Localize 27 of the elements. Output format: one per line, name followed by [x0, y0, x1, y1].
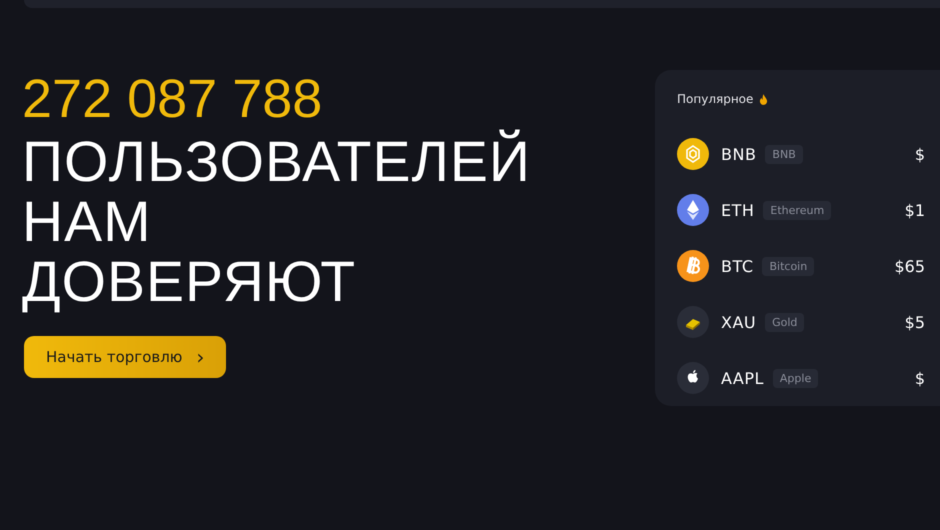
apple-icon [677, 362, 709, 394]
asset-symbol: AAPL [721, 368, 764, 388]
user-count: 272 087 788 [22, 68, 322, 130]
asset-price: $5 [904, 312, 925, 332]
flame-icon [759, 94, 768, 104]
start-trading-button[interactable]: Начать торговлю › [24, 336, 226, 378]
section-title: Популярное [677, 92, 754, 106]
asset-tag: Bitcoin [762, 256, 814, 276]
bnb-coin-icon [677, 138, 709, 170]
asset-price: $ [914, 368, 925, 388]
ingot-icon [677, 306, 709, 338]
asset-price: $65 [894, 256, 925, 276]
asset-symbol: ETH [721, 200, 754, 220]
asset-symbol: BTC [721, 256, 754, 276]
asset-tag: Gold [765, 312, 804, 332]
headline-text: ПОЛЬЗОВАТЕЛЕЙ [22, 132, 531, 192]
asset-symbol: BNB [721, 144, 756, 164]
asset-price: $1 [904, 200, 925, 220]
asset-symbol: XAU [721, 312, 756, 332]
headline-text: ДОВЕРЯЮТ [22, 252, 356, 312]
bitcoin-coin-icon [677, 250, 709, 282]
headline-text: НАМ [22, 192, 152, 252]
asset-tag: Apple [772, 368, 818, 388]
ethereum-coin-icon [677, 194, 709, 226]
asset-tag: BNB [765, 144, 803, 164]
asset-tag: Ethereum [763, 200, 832, 220]
asset-price: $ [914, 144, 925, 164]
